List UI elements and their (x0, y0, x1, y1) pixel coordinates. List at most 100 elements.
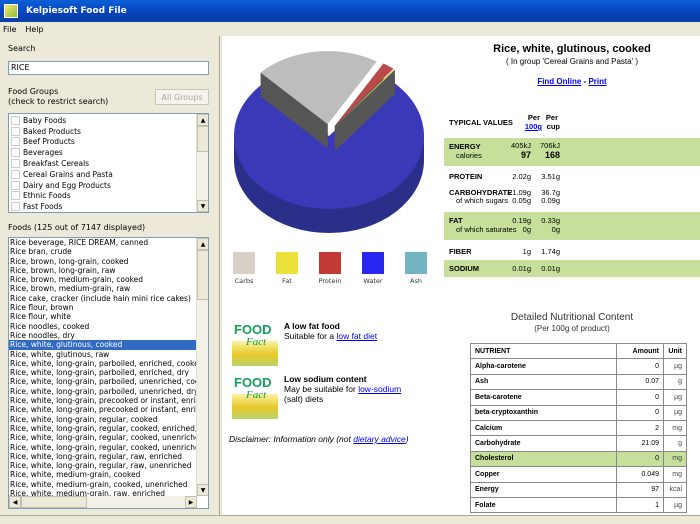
per-header: Per (527, 113, 540, 122)
hscroll-thumb[interactable] (21, 496, 87, 508)
legend-label: Protein (318, 277, 342, 285)
window-title: Kelpiesoft Food File (26, 6, 127, 16)
checkbox[interactable] (11, 180, 20, 190)
food-fact-word: Fact (246, 389, 267, 401)
nutrient-name: Energy (470, 481, 617, 498)
checkbox[interactable] (11, 148, 20, 158)
typical-values-header: TYPICAL VALUES (449, 118, 513, 127)
foods-hscrollbar[interactable]: ◀ ▶ (9, 496, 197, 508)
search-input[interactable]: RICE (8, 61, 209, 75)
value: 2.02g (512, 172, 531, 181)
legend-label: Water (363, 277, 383, 285)
food-list-item[interactable]: Rice, white, long-grain, precooked or in… (9, 405, 197, 414)
food-list-item[interactable]: Rice, white, long-grain, regular, raw, u… (9, 461, 197, 470)
scroll-left-icon[interactable]: ◀ (9, 496, 21, 508)
scroll-down-icon[interactable]: ▼ (197, 484, 208, 496)
checkbox[interactable] (11, 126, 20, 136)
dietary-advice-link[interactable]: dietary advice (353, 434, 405, 444)
per-100g-link[interactable]: 100g (525, 122, 542, 131)
food-group-item[interactable]: Fast Foods (9, 201, 208, 212)
food-group-item[interactable]: Ethnic Foods (9, 191, 208, 202)
food-list-item[interactable]: Rice, white, long-grain, parboiled, unen… (9, 377, 197, 386)
fact-low-sodium: Low sodium content May be suitable for lo… (284, 374, 401, 404)
checkbox[interactable] (11, 137, 20, 147)
nutrient-unit: g (663, 435, 687, 452)
food-list-item[interactable]: Rice beverage, RICE DREAM, canned (9, 238, 197, 247)
food-list-item[interactable]: Rice flour, white (9, 312, 197, 321)
value: 97 (520, 150, 531, 160)
food-list-item[interactable]: Rice, white, long-grain, regular, cooked… (9, 443, 197, 452)
detailed-nutrient-table: NUTRIENT Amount Unit Alpha-carotene 0 µg Ash 0.… (470, 342, 687, 514)
checkbox[interactable] (11, 159, 20, 169)
food-group-item[interactable]: Dairy and Egg Products (9, 180, 208, 191)
nutrient-amount: 0 (616, 450, 664, 468)
all-groups-button[interactable]: All Groups (155, 89, 209, 105)
food-list-item[interactable]: Rice, white, medium-grain, cooked (9, 470, 197, 479)
low-fat-diet-link[interactable]: low fat diet (336, 331, 377, 341)
checkbox[interactable] (11, 115, 20, 125)
value: 1.74g (541, 247, 560, 256)
legend-swatch (233, 252, 255, 274)
food-group-item[interactable]: Baby Foods (9, 115, 208, 126)
food-fact-word: Fact (246, 336, 267, 348)
column-header: Amount (616, 342, 664, 360)
food-list-item[interactable]: Rice, brown, medium-grain, raw (9, 284, 197, 293)
food-list-item[interactable]: Rice noodles, dry (9, 331, 197, 340)
nutrient-name: Beta-carotene (470, 389, 617, 406)
food-list-item[interactable]: Rice, white, medium-grain, cooked, unenr… (9, 480, 197, 489)
foods-vscrollbar[interactable]: ▲ ▼ (196, 238, 208, 496)
groups-scrollbar[interactable]: ▲ ▼ (196, 114, 208, 212)
food-list-item[interactable]: Rice, white, medium-grain, raw, enriched (9, 489, 197, 496)
food-list-item[interactable]: Rice noodles, cooked (9, 322, 197, 331)
nutrient-name: beta-cryptoxanthin (470, 404, 617, 421)
scroll-down-icon[interactable]: ▼ (197, 200, 208, 212)
food-list-item[interactable]: Rice, brown, long-grain, raw (9, 266, 197, 275)
legend-label: Carbs (234, 277, 254, 285)
scroll-up-icon[interactable]: ▲ (197, 238, 208, 250)
nutrient-unit: mg (663, 466, 687, 483)
food-list-item[interactable]: Rice, brown, medium-grain, cooked (9, 275, 197, 284)
food-list-item[interactable]: Rice, white, long-grain, parboiled, enri… (9, 359, 197, 368)
checkbox[interactable] (11, 169, 20, 179)
print-link[interactable]: Print (588, 77, 606, 86)
table-row: Carbohydrate 21.09 g (470, 435, 687, 452)
food-group-item[interactable]: Baked Products (9, 126, 208, 137)
food-list-item[interactable]: Rice, white, long-grain, regular, raw, e… (9, 452, 197, 461)
food-list-item[interactable]: Rice, white, glutinous, cooked (9, 340, 197, 350)
fact-title: A low fat food (284, 321, 340, 331)
food-group-label: Beef Products (23, 137, 75, 147)
food-list-item[interactable]: Rice bran, crude (9, 247, 197, 256)
search-label: Search (8, 44, 36, 53)
fact-title: Low sodium content (284, 374, 367, 384)
food-group-item[interactable]: Cereal Grains and Pasta (9, 169, 208, 180)
scroll-thumb[interactable] (197, 126, 208, 152)
food-list-item[interactable]: Rice, white, long-grain, parboiled, enri… (9, 368, 197, 377)
menu-help[interactable]: Help (25, 25, 43, 34)
nutrient-name: ENERGY (449, 142, 481, 151)
checkbox[interactable] (11, 202, 20, 212)
food-list-item[interactable]: Rice, white, long-grain, regular, cooked (9, 415, 197, 424)
value: 168 (544, 150, 560, 160)
food-list-item[interactable]: Rice, brown, long-grain, cooked (9, 257, 197, 266)
nutrient-name: Carbohydrate (470, 435, 617, 452)
find-online-link[interactable]: Find Online (537, 77, 581, 86)
food-fact-word: FOOD (234, 322, 272, 337)
legend-item: Protein (310, 252, 350, 285)
food-list-item[interactable]: Rice, white, long-grain, regular, cooked… (9, 433, 197, 442)
menu-file[interactable]: File (3, 25, 16, 34)
food-group-item[interactable]: Breakfast Cereals (9, 158, 208, 169)
food-list-item[interactable]: Rice, white, long-grain, regular, cooked… (9, 424, 197, 433)
scroll-right-icon[interactable]: ▶ (185, 496, 197, 508)
food-list-item[interactable]: Rice cake, cracker (include hain mini ri… (9, 294, 197, 303)
food-list-item[interactable]: Rice flour, brown (9, 303, 197, 312)
food-list-item[interactable]: Rice, white, long-grain, parboiled, unen… (9, 387, 197, 396)
nutrient-name: SODIUM (449, 264, 479, 273)
food-group-item[interactable]: Beef Products (9, 137, 208, 148)
scroll-up-icon[interactable]: ▲ (197, 114, 208, 126)
checkbox[interactable] (11, 191, 20, 201)
low-sodium-link[interactable]: low-sodium (358, 384, 401, 394)
food-group-item[interactable]: Beverages (9, 147, 208, 158)
food-list-item[interactable]: Rice, white, glutinous, raw (9, 350, 197, 359)
scroll-thumb[interactable] (197, 250, 208, 300)
food-list-item[interactable]: Rice, white, long-grain, precooked or in… (9, 396, 197, 405)
